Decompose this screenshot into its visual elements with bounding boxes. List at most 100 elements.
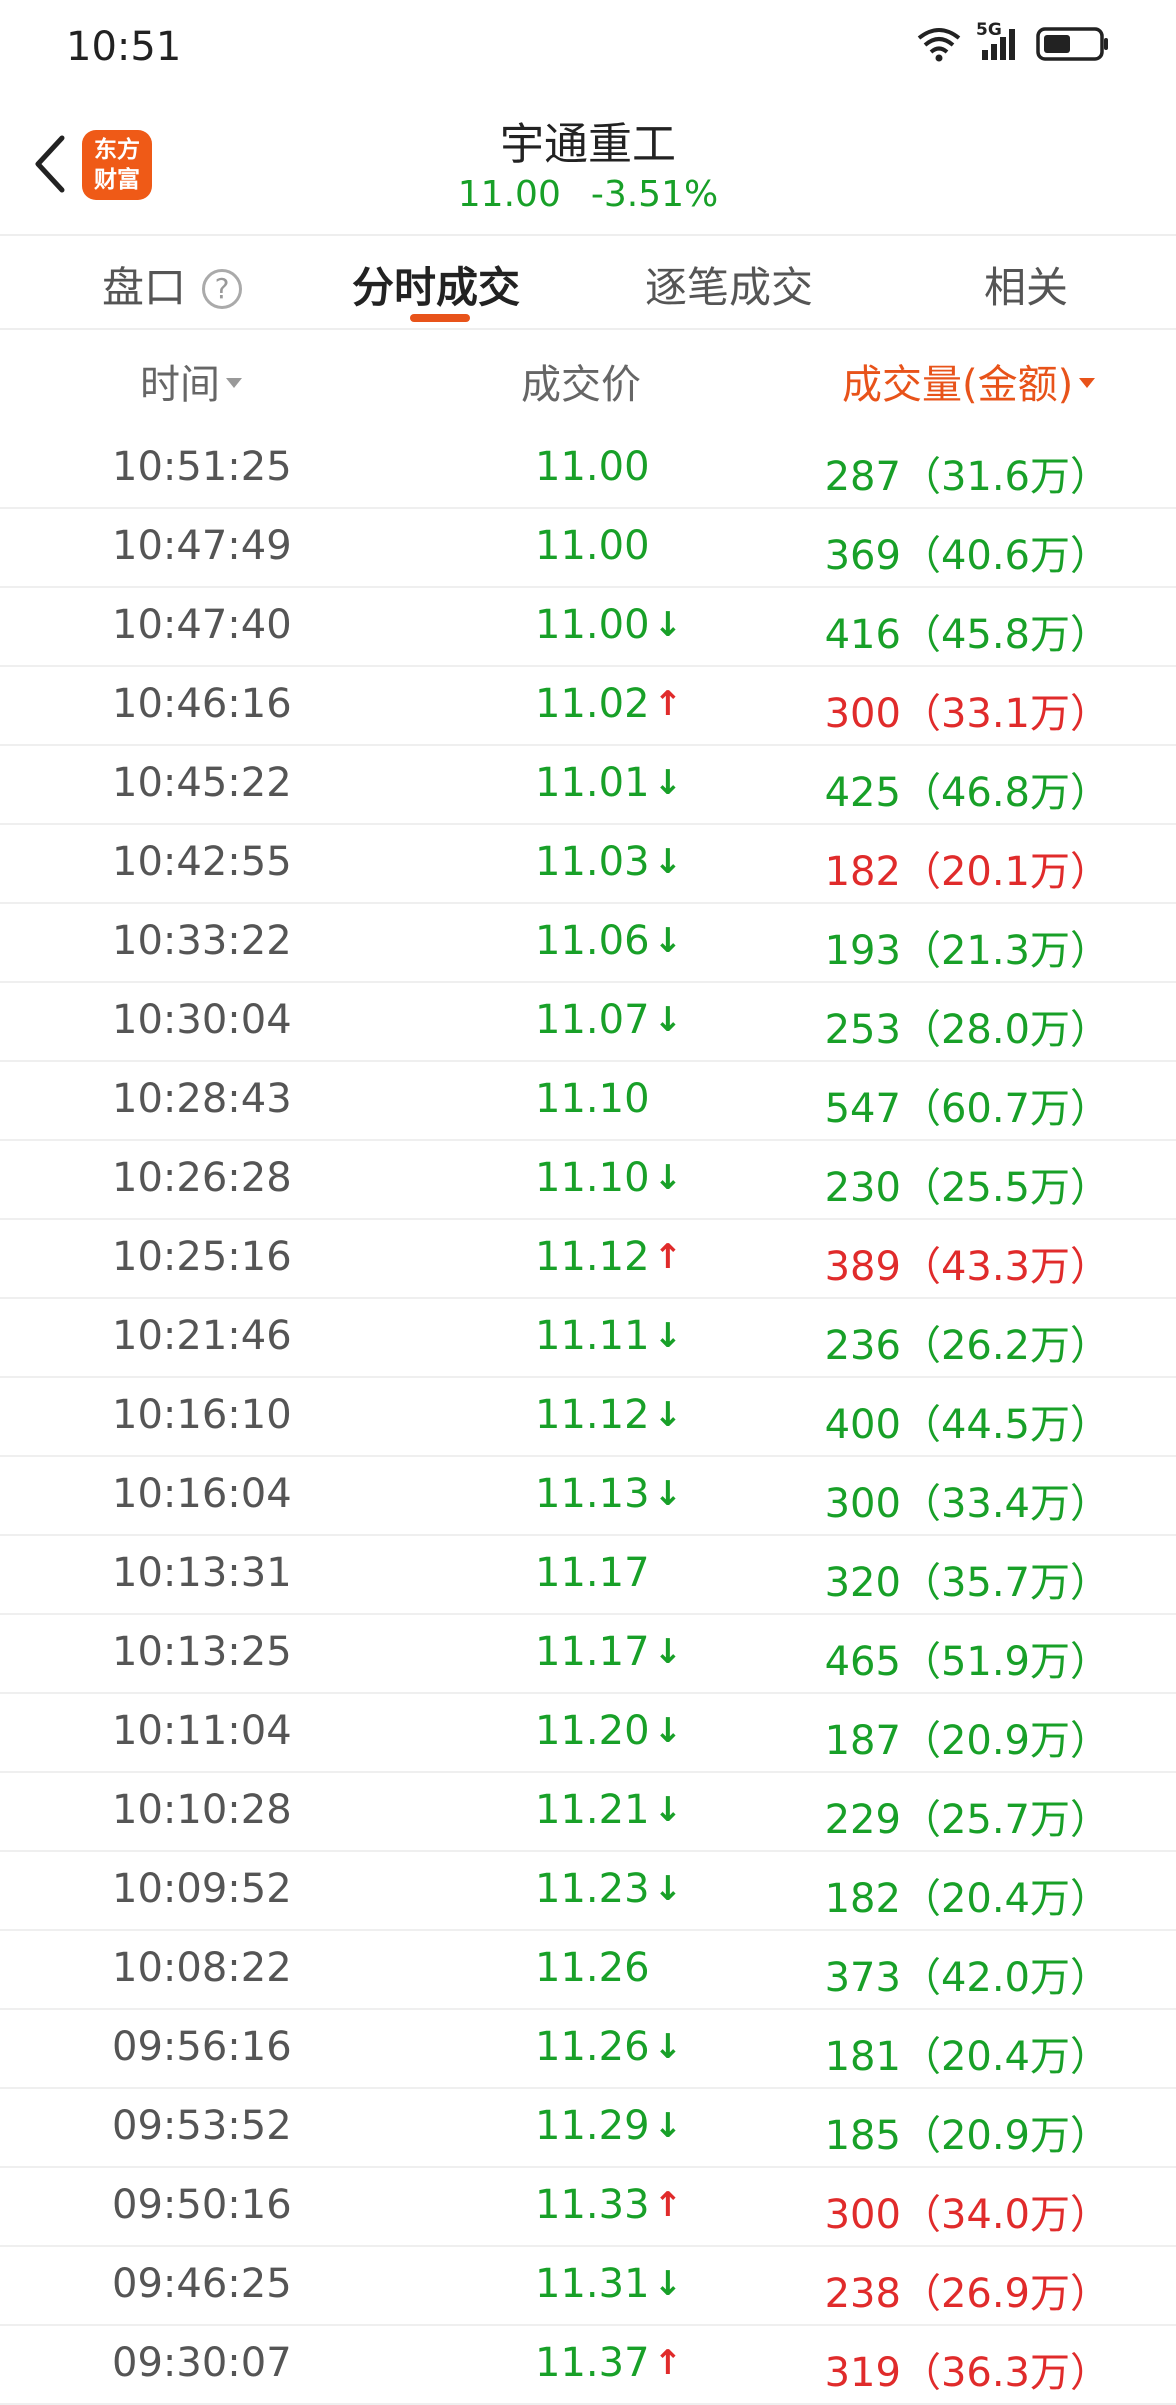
table-row[interactable]: 10:16:10 11.12 ↓ 400（44.5万） xyxy=(0,1378,1176,1457)
trade-amount: 40.6万 xyxy=(940,533,1070,579)
trade-price: 11.31 xyxy=(535,2261,650,2307)
trade-volume: 389 xyxy=(824,1244,901,1290)
tab-tick-trades[interactable]: 逐笔成交 xyxy=(645,254,813,315)
trade-volume-cell: 181（20.4万） xyxy=(825,2024,1110,2082)
trade-list[interactable]: 10:51:25 11.00 287（31.6万） 10:47:49 11.00 369（… xyxy=(0,430,1176,2405)
table-row[interactable]: 10:25:16 11.12 ↑ 389（43.3万） xyxy=(0,1220,1176,1299)
table-row[interactable]: 10:45:22 11.01 ↓ 425（46.8万） xyxy=(0,746,1176,825)
trade-price-cell: 11.11 ↓ xyxy=(535,1313,682,1359)
trade-price-cell: 11.26 xyxy=(535,1945,650,1991)
table-row[interactable]: 10:26:28 11.10 ↓ 230（25.5万） xyxy=(0,1141,1176,1220)
column-header-label: 成交价 xyxy=(521,362,641,408)
trade-volume-cell: 300（33.1万） xyxy=(825,681,1110,739)
table-row[interactable]: 10:47:40 11.00 ↓ 416（45.8万） xyxy=(0,588,1176,667)
table-row[interactable]: 10:28:43 11.10 547（60.7万） xyxy=(0,1062,1176,1141)
column-header-label: 时间 xyxy=(140,362,220,408)
paren-close: ） xyxy=(1070,1876,1110,1922)
trade-amount: 45.8万 xyxy=(940,612,1070,658)
network-type-label: 5G xyxy=(976,20,1002,40)
table-row[interactable]: 10:47:49 11.00 369（40.6万） xyxy=(0,509,1176,588)
status-bar: 10:51 5G xyxy=(0,0,1176,96)
table-row[interactable]: 10:11:04 11.20 ↓ 187（20.9万） xyxy=(0,1694,1176,1773)
tab-order-book[interactable]: 盘口? xyxy=(102,254,243,315)
trade-price: 11.20 xyxy=(535,1708,650,1754)
trade-volume: 181 xyxy=(824,2034,901,2080)
column-header-volume[interactable]: 成交量(金额) xyxy=(842,352,1096,410)
trade-price-cell: 11.26 ↓ xyxy=(535,2024,682,2070)
table-row[interactable]: 10:30:04 11.07 ↓ 253（28.0万） xyxy=(0,983,1176,1062)
trade-price: 11.17 xyxy=(535,1550,650,1596)
table-row[interactable]: 10:13:31 11.17 320（35.7万） xyxy=(0,1536,1176,1615)
trade-price-cell: 11.13 ↓ xyxy=(535,1471,682,1517)
trade-volume: 547 xyxy=(824,1086,901,1132)
paren-open: （ xyxy=(900,770,941,816)
table-row[interactable]: 09:50:16 11.33 ↑ 300（34.0万） xyxy=(0,2168,1176,2247)
table-row[interactable]: 10:08:22 11.26 373（42.0万） xyxy=(0,1931,1176,2010)
table-row[interactable]: 10:21:46 11.11 ↓ 236（26.2万） xyxy=(0,1299,1176,1378)
paren-open: （ xyxy=(900,1718,941,1764)
paren-open: （ xyxy=(900,1481,941,1527)
trade-price-cell: 11.10 xyxy=(535,1076,650,1122)
tab-related[interactable]: 相关 xyxy=(984,254,1068,315)
arrow-down-icon: ↓ xyxy=(653,1790,683,1830)
trade-volume-cell: 389（43.3万） xyxy=(825,1234,1110,1292)
paren-open: （ xyxy=(900,1639,941,1685)
trade-price-cell: 11.17 ↓ xyxy=(535,1629,682,1675)
table-row[interactable]: 10:33:22 11.06 ↓ 193（21.3万） xyxy=(0,904,1176,983)
arrow-down-icon: ↓ xyxy=(653,605,683,645)
active-tab-indicator xyxy=(410,314,470,322)
paren-open: （ xyxy=(900,2350,941,2396)
trade-time: 10:13:31 xyxy=(112,1550,292,1596)
trade-amount: 36.3万 xyxy=(940,2350,1070,2396)
trade-time: 10:26:28 xyxy=(112,1155,292,1201)
trade-price-cell: 11.00 xyxy=(535,523,650,569)
table-row[interactable]: 10:09:52 11.23 ↓ 182（20.4万） xyxy=(0,1852,1176,1931)
table-row[interactable]: 09:46:25 11.31 ↓ 238（26.9万） xyxy=(0,2247,1176,2326)
trade-volume: 373 xyxy=(824,1955,901,2001)
trade-amount: 35.7万 xyxy=(940,1560,1070,1606)
trade-price: 11.01 xyxy=(535,760,650,806)
table-row[interactable]: 10:13:25 11.17 ↓ 465（51.9万） xyxy=(0,1615,1176,1694)
trade-amount: 20.4万 xyxy=(940,1876,1070,1922)
tab-label: 盘口 xyxy=(102,263,187,312)
trade-volume: 185 xyxy=(824,2113,901,2159)
trade-volume: 238 xyxy=(824,2271,901,2317)
trade-price: 11.06 xyxy=(535,918,650,964)
table-row[interactable]: 10:46:16 11.02 ↑ 300（33.1万） xyxy=(0,667,1176,746)
tab-minute-trades[interactable]: 分时成交 xyxy=(352,254,520,315)
trade-time: 10:16:10 xyxy=(112,1392,292,1438)
table-row[interactable]: 09:53:52 11.29 ↓ 185（20.9万） xyxy=(0,2089,1176,2168)
trade-time: 10:08:22 xyxy=(112,1945,292,1991)
table-row[interactable]: 10:16:04 11.13 ↓ 300（33.4万） xyxy=(0,1457,1176,1536)
paren-close: ） xyxy=(1070,1323,1110,1369)
column-header-time[interactable]: 时间 xyxy=(140,352,242,410)
trade-time: 10:47:40 xyxy=(112,602,292,648)
trade-price-cell: 11.17 xyxy=(535,1550,650,1596)
paren-open: （ xyxy=(900,612,941,658)
table-row[interactable]: 09:30:07 11.37 ↑ 319（36.3万） xyxy=(0,2326,1176,2405)
trade-time: 10:21:46 xyxy=(112,1313,292,1359)
sort-caret-icon xyxy=(1079,378,1096,388)
trade-amount: 28.0万 xyxy=(940,1007,1070,1053)
trade-amount: 26.2万 xyxy=(940,1323,1070,1369)
trade-volume-cell: 320（35.7万） xyxy=(825,1550,1110,1608)
trade-volume-cell: 238（26.9万） xyxy=(825,2261,1110,2319)
help-icon[interactable]: ? xyxy=(202,269,243,309)
trade-amount: 20.9万 xyxy=(940,1718,1070,1764)
trade-amount: 21.3万 xyxy=(940,928,1070,974)
arrow-down-icon: ↓ xyxy=(653,2106,683,2146)
paren-close: ） xyxy=(1070,1481,1110,1527)
table-row[interactable]: 10:42:55 11.03 ↓ 182（20.1万） xyxy=(0,825,1176,904)
trade-time: 09:50:16 xyxy=(112,2182,292,2228)
paren-close: ） xyxy=(1070,1718,1110,1764)
paren-close: ） xyxy=(1070,2192,1110,2238)
trade-price: 11.00 xyxy=(535,523,650,569)
trade-volume-cell: 230（25.5万） xyxy=(825,1155,1110,1213)
trade-time: 10:13:25 xyxy=(112,1629,292,1675)
arrow-down-icon: ↓ xyxy=(653,842,683,882)
trade-price-cell: 11.00 ↓ xyxy=(535,602,682,648)
table-row[interactable]: 10:51:25 11.00 287（31.6万） xyxy=(0,430,1176,509)
table-row[interactable]: 09:56:16 11.26 ↓ 181（20.4万） xyxy=(0,2010,1176,2089)
table-row[interactable]: 10:10:28 11.21 ↓ 229（25.7万） xyxy=(0,1773,1176,1852)
tab-label: 逐笔成交 xyxy=(645,263,814,312)
